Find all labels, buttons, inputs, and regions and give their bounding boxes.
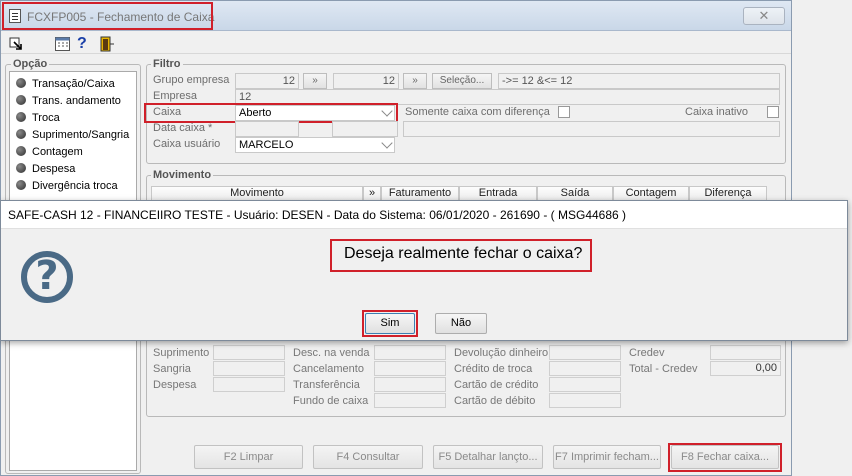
transferencia-label: Transferência — [293, 379, 360, 391]
selecao-button[interactable]: Seleção... — [432, 73, 492, 89]
total-credev-value: 0,00 — [710, 361, 781, 376]
data-caixa-info — [403, 121, 780, 137]
caixa-inativo-label: Caixa inativo — [685, 106, 748, 118]
title-highlight — [2, 2, 213, 30]
radio-bullet-icon — [16, 129, 26, 139]
calendar-icon[interactable] — [55, 37, 70, 54]
option-trans-andamento[interactable]: Trans. andamento — [16, 95, 121, 107]
message-highlight — [330, 239, 592, 272]
fundo-caixa-label: Fundo de caixa — [293, 395, 369, 407]
credev-value — [710, 345, 781, 360]
total-credev-label: Total - Credev — [629, 363, 698, 375]
option-despesa[interactable]: Despesa — [16, 163, 75, 175]
option-transacao-caixa[interactable]: Transação/Caixa — [16, 78, 115, 90]
sangria-label: Sangria — [153, 363, 191, 375]
data-caixa-to[interactable] — [332, 121, 398, 137]
detalhar-button[interactable]: F5 Detalhar lançto... — [433, 445, 543, 469]
grupo-from-field[interactable]: 12 — [235, 73, 299, 89]
despesa-label: Despesa — [153, 379, 197, 391]
data-caixa-from[interactable] — [235, 121, 299, 137]
caixa-inativo-checkbox[interactable] — [767, 106, 779, 118]
col-movimento-sort[interactable]: » — [363, 186, 381, 201]
consultar-button[interactable]: F4 Consultar — [313, 445, 423, 469]
caixa-usuario-select[interactable]: MARCELO — [235, 137, 395, 153]
cartao-debito-value — [549, 393, 621, 408]
nao-button[interactable]: Não — [435, 313, 487, 334]
suprimento-value — [213, 345, 285, 360]
grupo-empresa-label: Grupo empresa — [153, 74, 230, 86]
radio-bullet-icon — [16, 78, 26, 88]
col-saida[interactable]: Saída — [537, 186, 613, 201]
cartao-credito-value — [549, 377, 621, 392]
grupo-to-field[interactable]: 12 — [333, 73, 399, 89]
movimento-title: Movimento — [151, 169, 214, 181]
option-contagem[interactable]: Contagem — [16, 146, 83, 158]
somente-diferenca-checkbox[interactable] — [558, 106, 570, 118]
col-faturamento[interactable]: Faturamento — [381, 186, 459, 201]
fechar-caixa-highlight — [668, 443, 782, 472]
limpar-button[interactable]: F2 Limpar — [194, 445, 303, 469]
col-diferenca[interactable]: Diferença — [689, 186, 767, 201]
exit-arrow-icon[interactable] — [9, 37, 23, 51]
desc-venda-value — [374, 345, 446, 360]
col-entrada[interactable]: Entrada — [459, 186, 537, 201]
desc-venda-label: Desc. na venda — [293, 347, 370, 359]
radio-bullet-icon — [16, 180, 26, 190]
credev-label: Credev — [629, 347, 665, 359]
fundo-caixa-value — [374, 393, 446, 408]
somente-diferenca-label: Somente caixa com diferença — [405, 106, 550, 118]
option-divergencia-troca[interactable]: Divergência troca — [16, 180, 118, 192]
data-caixa-label: Data caixa * — [153, 122, 213, 134]
range-expression: ->= 12 &<= 12 — [498, 73, 780, 89]
question-icon: ? — [21, 251, 73, 303]
radio-bullet-icon — [16, 112, 26, 122]
credito-troca-value — [549, 361, 621, 376]
caixa-usuario-label: Caixa usuário — [153, 138, 221, 150]
close-button[interactable]: ✕ — [743, 7, 785, 25]
grupo-from-lookup-button[interactable]: » — [303, 73, 327, 89]
credito-troca-label: Crédito de troca — [454, 363, 533, 375]
radio-bullet-icon — [16, 95, 26, 105]
col-contagem[interactable]: Contagem — [613, 186, 689, 201]
imprimir-button[interactable]: F7 Imprimir fecham... — [553, 445, 661, 469]
col-movimento[interactable]: Movimento — [151, 186, 363, 201]
caixa-highlight — [144, 103, 398, 123]
dialog-title: SAFE-CASH 12 - FINANCEIIRO TESTE - Usuár… — [1, 201, 847, 229]
toolbar-separator — [1, 53, 791, 54]
help-icon[interactable]: ? — [77, 35, 87, 53]
transferencia-value — [374, 377, 446, 392]
suprimento-label: Suprimento — [153, 347, 210, 359]
sim-highlight — [362, 310, 418, 337]
option-suprimento-sangria[interactable]: Suprimento/Sangria — [16, 129, 129, 141]
empresa-label: Empresa — [153, 90, 198, 102]
despesa-value — [213, 377, 285, 392]
cancelamento-label: Cancelamento — [293, 363, 364, 375]
cartao-debito-label: Cartão de débito — [454, 395, 536, 407]
cartao-credito-label: Cartão de crédito — [454, 379, 539, 391]
confirm-dialog: SAFE-CASH 12 - FINANCEIIRO TESTE - Usuár… — [0, 200, 848, 341]
devolucao-dinheiro-value — [549, 345, 621, 360]
devolucao-dinheiro-label: Devolução dinheiro — [454, 347, 549, 359]
grupo-to-lookup-button[interactable]: » — [403, 73, 427, 89]
sangria-value — [213, 361, 285, 376]
radio-bullet-icon — [16, 146, 26, 156]
cancelamento-value — [374, 361, 446, 376]
radio-bullet-icon — [16, 163, 26, 173]
filtro-title: Filtro — [151, 58, 183, 70]
option-troca[interactable]: Troca — [16, 112, 60, 124]
opcao-title: Opção — [11, 58, 50, 70]
